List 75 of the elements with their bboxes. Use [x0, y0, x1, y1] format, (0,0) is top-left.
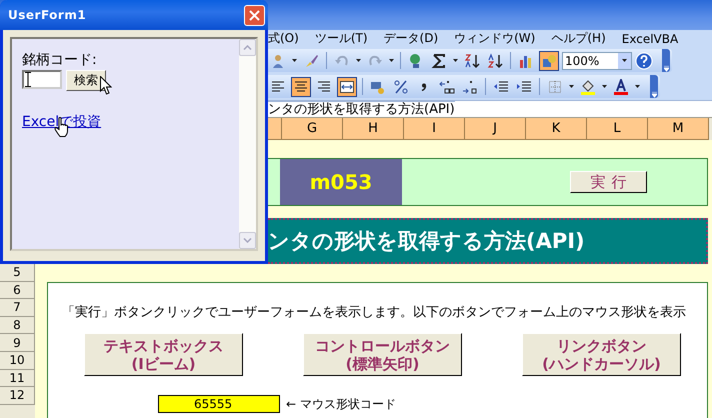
cursor-demo-button[interactable]: リンクボタン (ハンドカーソル): [522, 333, 681, 376]
menu-item[interactable]: データ(D): [384, 30, 438, 47]
cursor-code-label: ← マウス形状コード: [286, 396, 396, 412]
merge-center-button[interactable]: [337, 76, 357, 96]
dropdown-arrow-icon[interactable]: [635, 85, 640, 88]
align-left-icon: [270, 78, 286, 94]
row-header[interactable]: 8: [0, 316, 35, 334]
close-icon: [249, 10, 260, 20]
font-color-icon: [613, 78, 629, 94]
borders-icon: [547, 78, 563, 94]
row-header[interactable]: 7: [0, 299, 35, 317]
row-header[interactable]: 11: [0, 370, 35, 388]
align-right-icon: [316, 78, 332, 94]
dropdown-arrow-icon[interactable]: [389, 59, 394, 62]
menu-item[interactable]: ExcelVBA: [622, 32, 678, 46]
column-header[interactable]: G: [282, 118, 343, 140]
indent-icon: [516, 78, 532, 94]
column-header[interactable]: M: [648, 118, 709, 140]
fill-color-icon: [580, 78, 596, 94]
decrease-decimal-icon: [462, 78, 478, 94]
column-header[interactable]: H: [343, 118, 404, 140]
run-button[interactable]: 実行: [570, 171, 647, 193]
merge-center-icon: [339, 78, 355, 94]
dropdown-arrow-icon[interactable]: [602, 85, 607, 88]
brush-icon: [303, 52, 319, 68]
help-icon[interactable]: [635, 52, 653, 70]
zoom-combo-box[interactable]: 100%: [562, 52, 632, 70]
menu-item[interactable]: ツール(T): [314, 30, 368, 47]
toolbar-options-handle[interactable]: [662, 49, 670, 72]
user-icon: [270, 52, 286, 68]
dropdown-arrow-icon[interactable]: [453, 59, 458, 62]
sample-code-cell: m053: [280, 159, 402, 205]
cursor-code-cell: 65555: [158, 395, 280, 413]
description-text: 「実行」ボタンクリックでユーザーフォームを表示します。以下のボタンでフォーム上のマウス形状を表示: [62, 304, 687, 321]
percent-icon: [393, 78, 409, 94]
row-header[interactable]: 6: [0, 282, 35, 300]
drawing-tools-button[interactable]: [539, 50, 559, 70]
dropdown-arrow-icon[interactable]: [292, 59, 297, 62]
column-header[interactable]: J: [465, 118, 526, 140]
sort-descending-icon: [487, 52, 503, 68]
scrollbar[interactable]: [239, 39, 256, 249]
i-beam-cursor-icon: [25, 72, 31, 87]
menu-item[interactable]: 式(O): [268, 30, 299, 47]
code-input-field[interactable]: [22, 70, 62, 89]
align-center-icon: [293, 78, 309, 94]
row-header[interactable]: 12: [0, 387, 35, 405]
outdent-icon: [493, 78, 509, 94]
column-header[interactable]: [268, 118, 282, 140]
dropdown-arrow-icon[interactable]: [356, 59, 361, 62]
row-header[interactable]: 10: [0, 352, 35, 370]
drawing-tools-icon: [541, 52, 557, 68]
scroll-down-icon: [243, 238, 252, 243]
title-banner: ンタの形状を取得する方法(API): [268, 218, 708, 264]
column-header[interactable]: K: [526, 118, 587, 140]
align-center-button[interactable]: [291, 76, 311, 96]
cursor-demo-button[interactable]: テキストボックス (Iビーム): [84, 333, 243, 376]
menu-item[interactable]: ヘルプ(H): [551, 30, 606, 47]
row-header[interactable]: 9: [0, 334, 35, 352]
sigma-icon: [431, 52, 447, 68]
close-button[interactable]: [244, 4, 265, 26]
scroll-up-icon: [243, 45, 252, 50]
font-color-button[interactable]: [611, 76, 631, 96]
menu-item[interactable]: ウィンドウ(W): [454, 30, 536, 47]
increase-decimal-icon: [439, 78, 455, 94]
dropdown-arrow-icon[interactable]: [569, 85, 574, 88]
code-label: 銘柄コード:: [22, 51, 98, 69]
column-header[interactable]: I: [404, 118, 465, 140]
sort-ascending-icon: [464, 52, 480, 68]
formula-bar-text[interactable]: ンタの形状を取得する方法(API): [268, 101, 455, 118]
cursor-demo-button[interactable]: コントロールボタン (標準矢印): [303, 333, 462, 376]
column-header[interactable]: L: [587, 118, 648, 140]
arrow-cursor-icon: [100, 76, 112, 95]
window-title: UserForm1: [8, 8, 86, 22]
toolbar-options-handle[interactable]: [650, 75, 658, 98]
comma-style-icon: [421, 82, 427, 90]
